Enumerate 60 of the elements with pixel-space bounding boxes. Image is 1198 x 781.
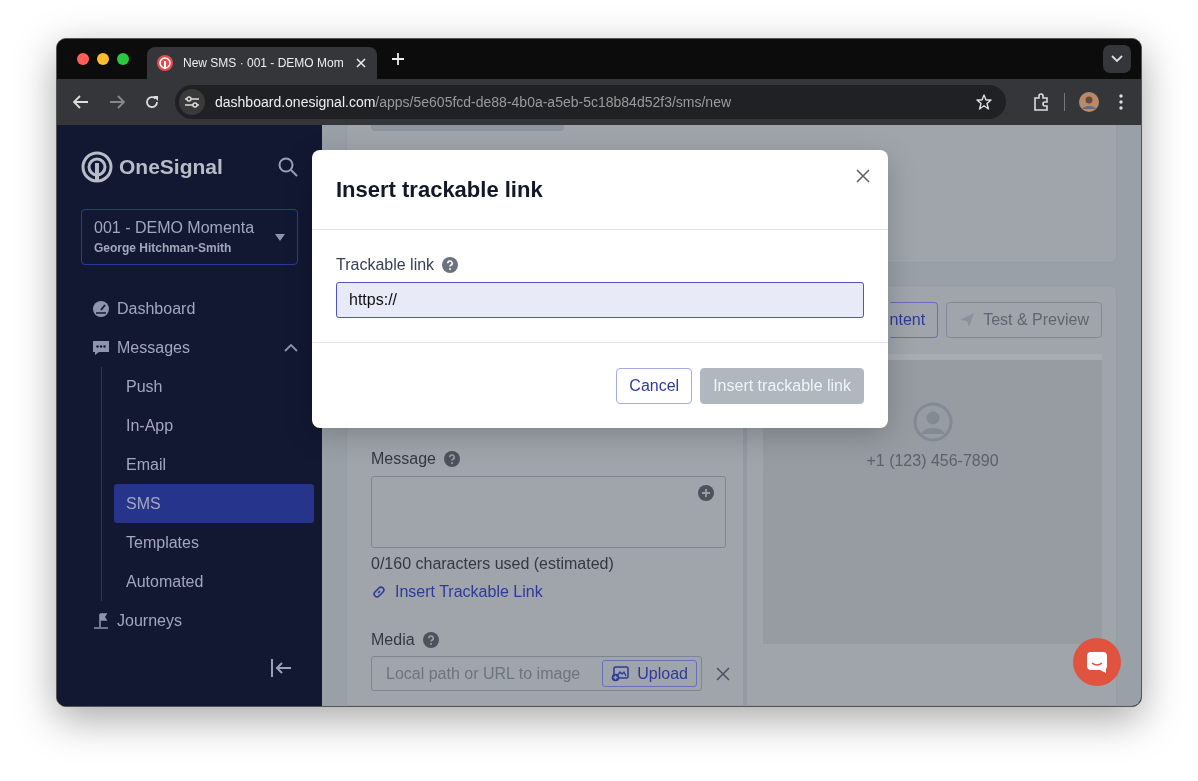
account-user: George Hitchman-Smith [94,241,233,255]
nav-item[interactable]: Email [114,445,314,484]
nav-item[interactable]: Messages [81,328,298,367]
field-label: Message [371,450,436,468]
message-field[interactable] [371,476,726,548]
nav-item[interactable]: Journeys [81,601,298,640]
phone-number: +1 (123) 456-7890 [866,452,999,470]
collapse-sidebar-icon[interactable] [270,658,292,678]
zoom-window-button[interactable] [117,53,129,65]
help-icon [422,632,439,648]
nav-item[interactable]: In-App [114,406,314,445]
close-icon[interactable] [856,169,870,183]
flag-icon [93,612,109,629]
insert-link[interactable]: Insert Trackable Link [371,583,543,601]
nav-item[interactable]: Automated [114,562,314,601]
nav-item[interactable]: SMS [114,484,314,523]
close-window-button[interactable] [77,53,89,65]
search-icon[interactable] [278,157,298,177]
nav-item[interactable]: Dashboard [81,289,298,328]
tab-menu-button[interactable] [1103,45,1131,73]
browser-tab[interactable]: New SMS · 001 - DEMO Mom [147,47,377,79]
dashboard-gauge-icon [93,300,109,317]
dropdown-arrow-icon [275,233,285,241]
chat-bubble-icon [93,339,109,356]
upload-button[interactable]: Upload [602,660,697,687]
back-icon[interactable] [73,95,89,109]
sliders-icon [185,96,199,108]
field-label: Media [371,631,415,649]
bookmark-star-icon[interactable] [976,94,992,110]
dialog-title: Insert trackable link [336,176,544,203]
url-text: dashboard.onesignal.com/apps/5e605fcd-de88-4b0a-a5eb-5c18b84d52f3/sms/new [215,94,732,110]
cancel-button[interactable]: Cancel [616,367,693,404]
field-label: Trackable link [336,256,435,274]
character-counter: 0/160 characters used (estimated) [371,555,615,573]
image-upload-icon [611,665,630,682]
chevron-down-icon [1111,55,1123,63]
signal-logo-icon [81,151,113,183]
minimize-window-button[interactable] [97,53,109,65]
add-circle-icon [698,485,714,501]
new-tab-icon[interactable] [391,52,405,66]
link-input-field[interactable]: https:// [336,282,864,318]
address-bar[interactable]: dashboard.onesignal.com/apps/5e605fcd-de88-4b0a-a5eb-5c18b84d52f3/sms/new [175,85,1006,119]
help-icon [443,451,460,467]
account-selector[interactable]: 001 - DEMO Momenta George Hitchman-Smith [81,209,298,265]
tab-title: New SMS · 001 - DEMO Mom [183,56,345,70]
nav-item[interactable]: Push [114,367,314,406]
account-name: 001 - DEMO Momenta [94,219,256,237]
help-icon [442,257,459,273]
brand-name: OneSignal [119,155,223,179]
more-menu-icon[interactable] [1119,94,1123,110]
tab[interactable]: ntent [889,302,939,338]
site-settings-button[interactable] [179,89,205,115]
link-icon [371,584,387,600]
reload-icon[interactable] [145,95,159,109]
nav-item[interactable]: Templates [114,523,314,562]
signal-logo-icon [157,55,173,71]
puzzle-icon[interactable] [1032,93,1050,111]
chat-icon [1086,651,1108,673]
forward-icon[interactable] [109,95,125,109]
avatar-icon[interactable] [1079,92,1099,112]
